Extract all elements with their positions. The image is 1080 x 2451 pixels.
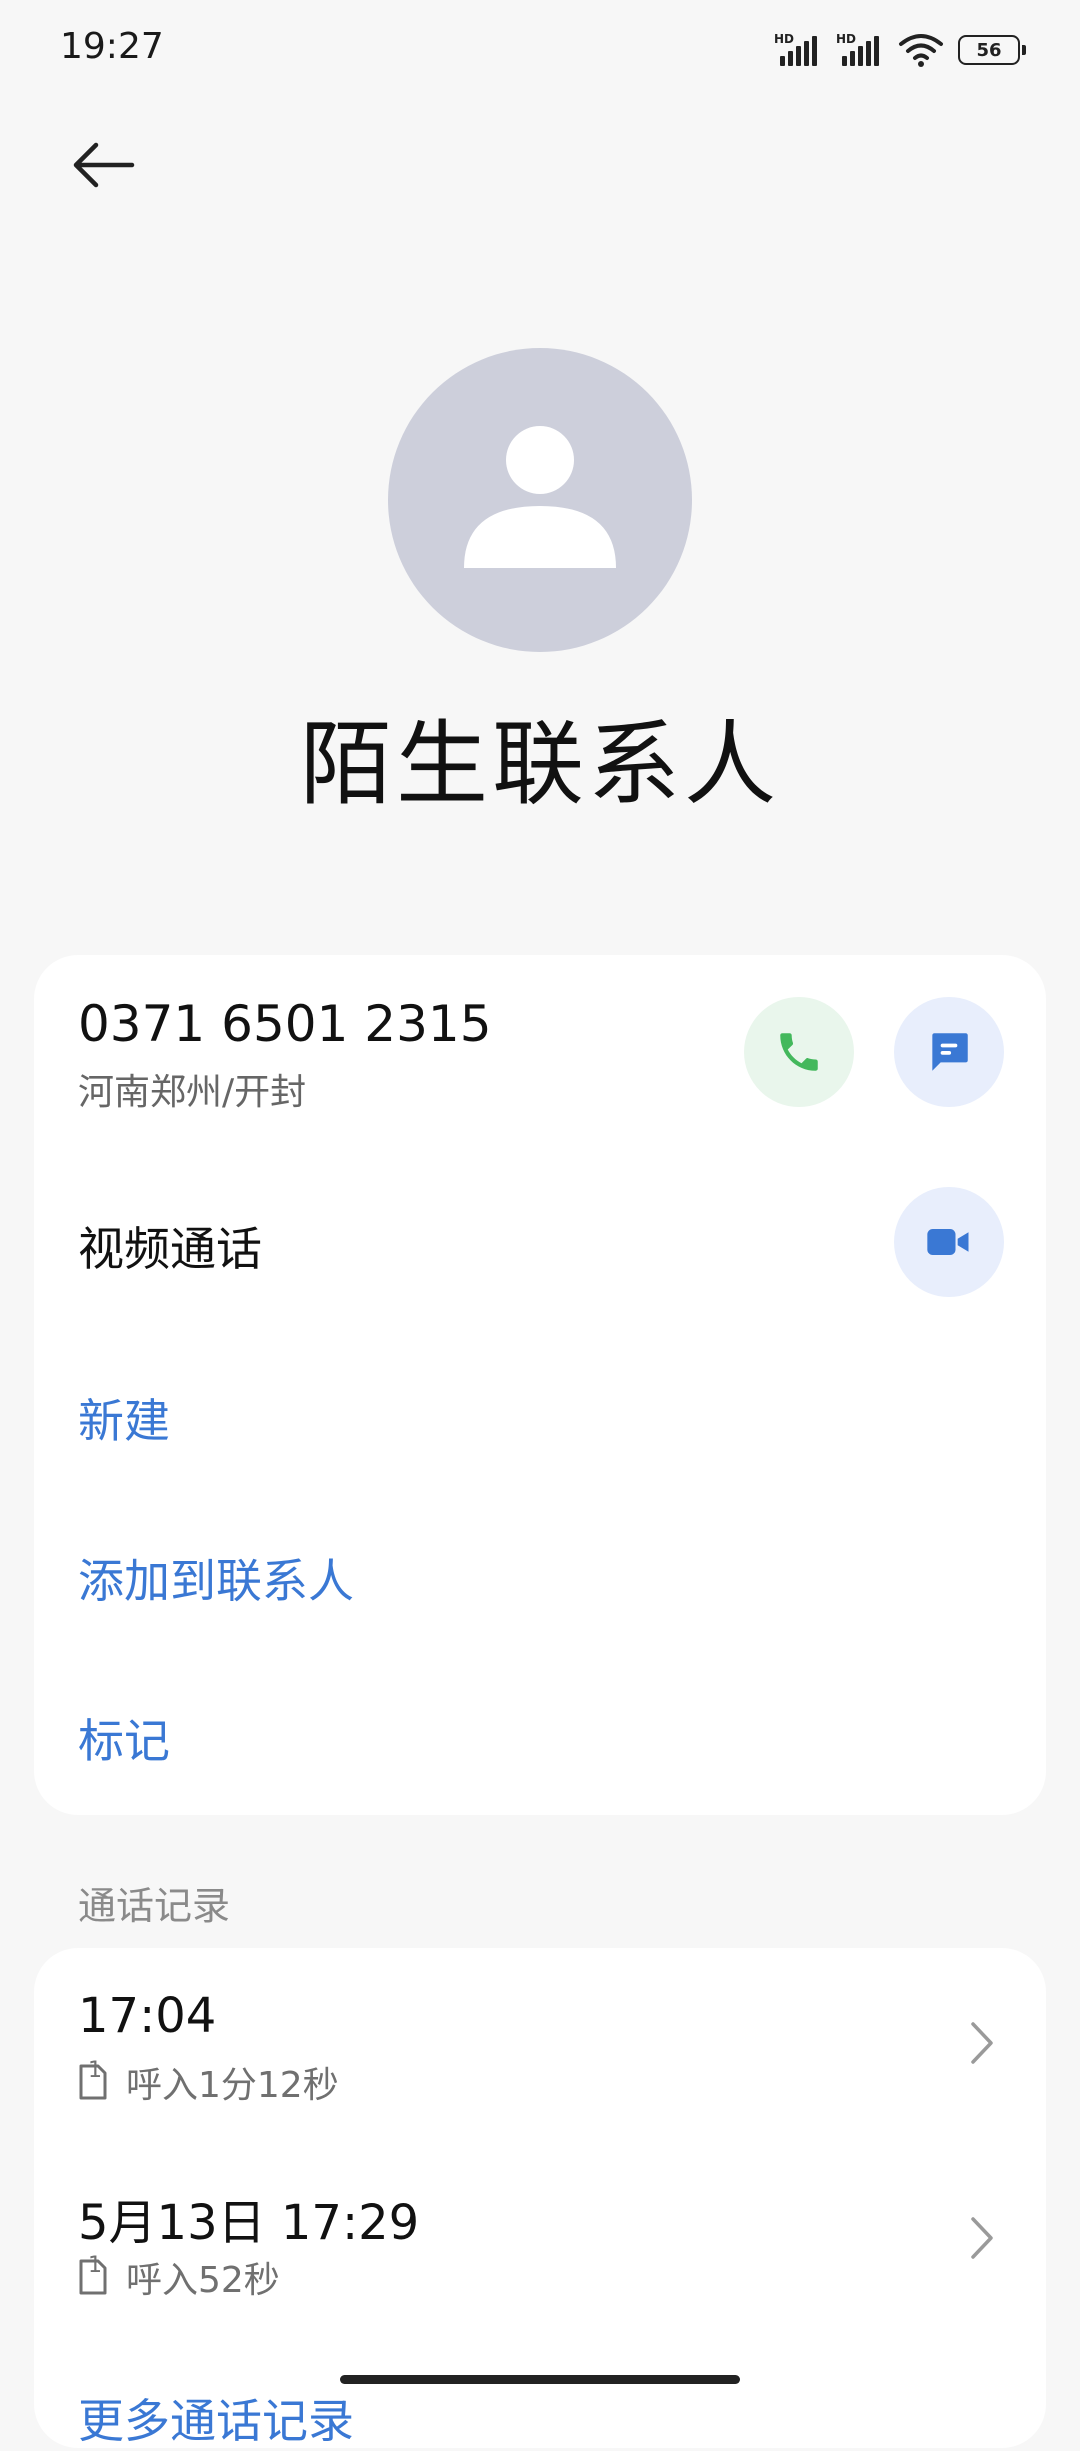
- video-camera-icon: [927, 1229, 969, 1255]
- call-button[interactable]: [744, 997, 854, 1107]
- contact-name: 陌生联系人: [299, 711, 780, 818]
- call-detail: 呼入1分12秒: [126, 2065, 339, 2106]
- cellular-signal-icon: HD: [774, 32, 822, 68]
- back-button[interactable]: [70, 135, 150, 195]
- status-icons: HD HD 56: [774, 30, 1026, 70]
- call-log-meta: 1 呼入52秒: [78, 2251, 280, 2303]
- message-button[interactable]: [894, 997, 1004, 1107]
- call-log-card: 17:04 1 呼入1分12秒 5月13日 17:29 1 呼入52秒 更多通话…: [34, 1948, 1046, 2448]
- contact-actions-card: 0371 6501 2315 河南郑州/开封 视频通话 新建 添加到联系人 标记: [34, 955, 1046, 1815]
- battery-level: 56: [976, 39, 1002, 61]
- sim-number: 1: [88, 2058, 102, 2083]
- call-log-time: 5月13日 17:29: [78, 2195, 420, 2251]
- new-contact-link[interactable]: 新建: [78, 1385, 170, 1451]
- home-indicator[interactable]: [340, 2375, 740, 2384]
- battery-icon: 56: [958, 35, 1026, 65]
- status-bar: 19:27 HD HD 56: [0, 0, 1080, 100]
- phone-number[interactable]: 0371 6501 2315: [78, 995, 492, 1053]
- chevron-right-icon: [962, 2013, 1002, 2073]
- chevron-right-icon: [962, 2208, 1002, 2268]
- call-log-time: 17:04: [78, 1988, 217, 2044]
- phone-location: 河南郑州/开封: [78, 1072, 307, 1113]
- avatar: [388, 348, 692, 652]
- call-log-meta: 1 呼入1分12秒: [78, 2056, 339, 2108]
- message-icon: [932, 1033, 968, 1071]
- sim-number: 1: [88, 2253, 102, 2278]
- mark-number-link[interactable]: 标记: [78, 1705, 170, 1771]
- video-call-label[interactable]: 视频通话: [78, 1213, 262, 1279]
- call-log-section-title: 通话记录: [78, 1884, 231, 1928]
- status-time: 19:27: [60, 26, 164, 67]
- more-call-log-link[interactable]: 更多通话记录: [78, 2385, 354, 2451]
- call-detail: 呼入52秒: [126, 2260, 280, 2301]
- person-icon: [464, 426, 616, 568]
- wifi-icon: [899, 34, 943, 67]
- cellular-signal-icon-2: HD: [836, 32, 884, 68]
- add-to-contacts-link[interactable]: 添加到联系人: [78, 1545, 354, 1611]
- back-arrow-icon: [73, 142, 135, 188]
- video-call-button[interactable]: [894, 1187, 1004, 1297]
- phone-icon: [780, 1033, 818, 1071]
